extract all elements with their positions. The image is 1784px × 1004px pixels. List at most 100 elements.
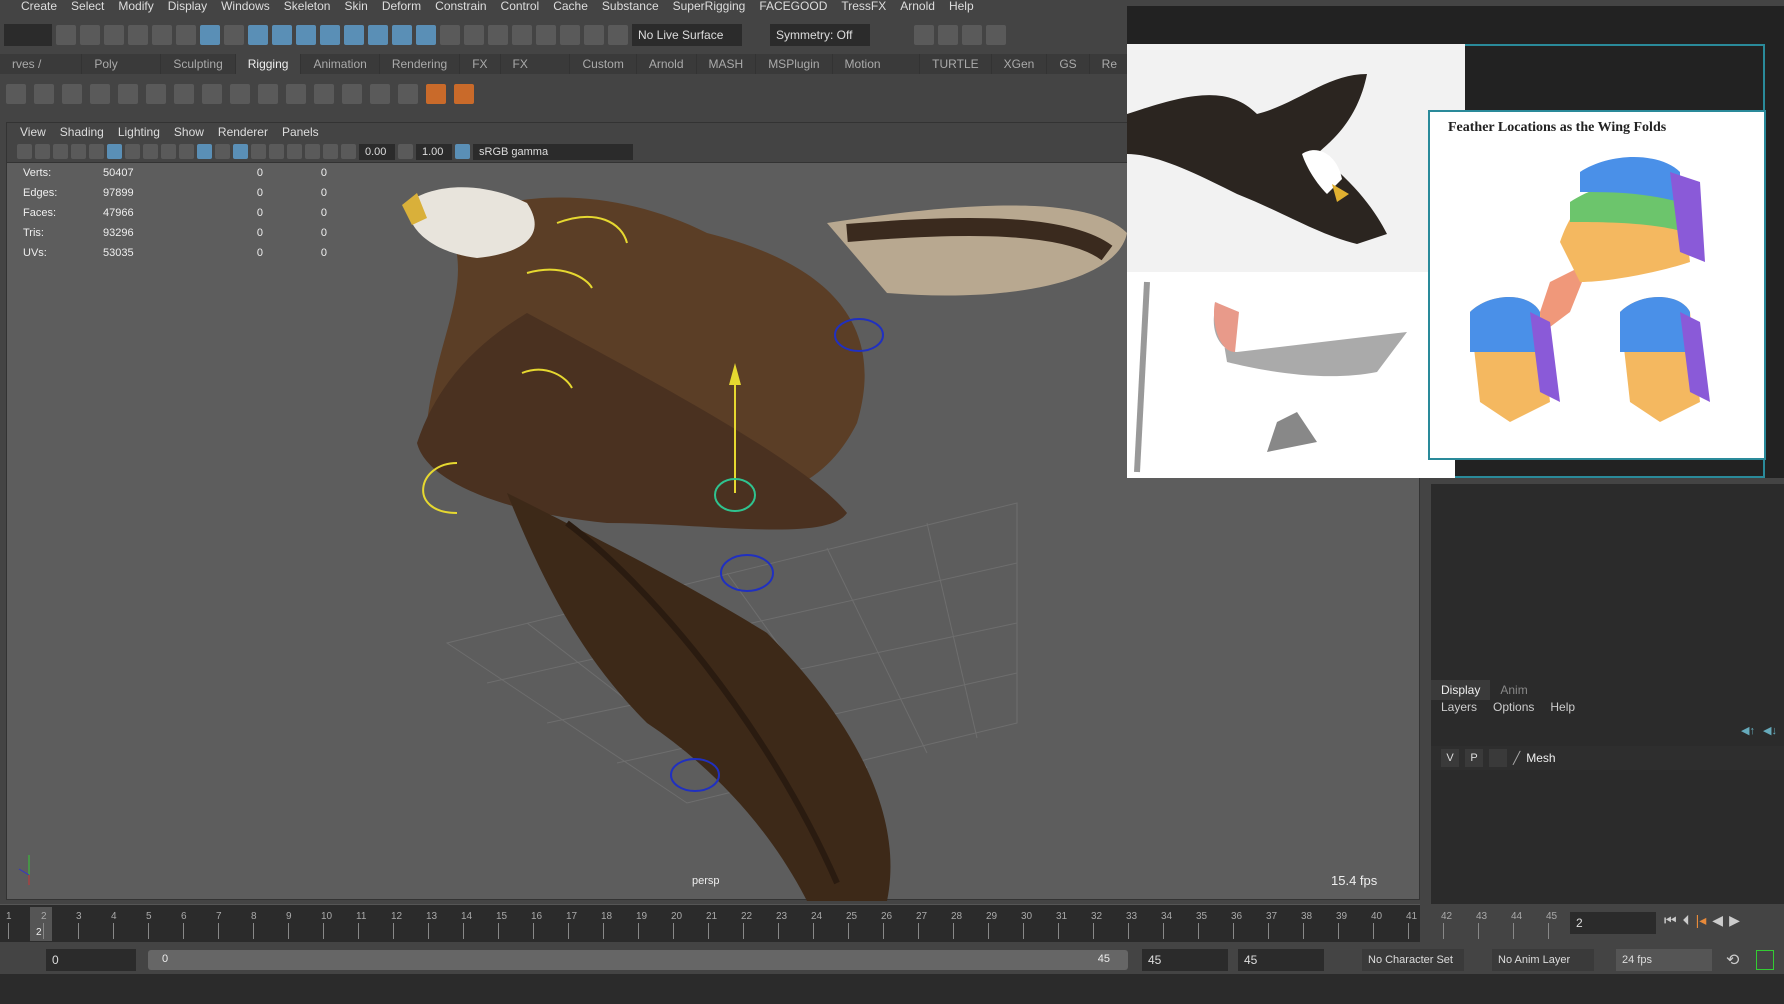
- bookmark-icon[interactable]: [53, 144, 68, 159]
- snap-video-icon[interactable]: [392, 25, 412, 45]
- move-layer-down-icon[interactable]: ◀↓: [1763, 724, 1777, 737]
- humanik-icon[interactable]: [90, 84, 110, 104]
- shelf-tab[interactable]: Rigging: [235, 54, 302, 74]
- snap-view-icon[interactable]: [320, 25, 340, 45]
- character-set-dropdown[interactable]: No Character Set: [1362, 949, 1464, 971]
- tab-anim[interactable]: Anim: [1490, 680, 1537, 700]
- move-layer-up-icon[interactable]: ◀↑: [1741, 724, 1755, 737]
- menu-skin[interactable]: Skin: [337, 0, 374, 14]
- lattice-icon[interactable]: [202, 84, 222, 104]
- lock-icon[interactable]: [440, 25, 460, 45]
- shelf-tab[interactable]: XGen: [992, 54, 1048, 74]
- menu-select[interactable]: Select: [64, 0, 111, 14]
- reference-image-window[interactable]: Feather Locations as the Wing Folds: [1127, 6, 1784, 478]
- isolate-icon[interactable]: [323, 144, 338, 159]
- shelf-tab[interactable]: Animation: [301, 54, 380, 74]
- menu-deform[interactable]: Deform: [375, 0, 428, 14]
- lights-icon[interactable]: [251, 144, 266, 159]
- snap-grid-icon[interactable]: [248, 25, 268, 45]
- menu-modify[interactable]: Modify: [111, 0, 160, 14]
- select-hierarchy-icon[interactable]: [176, 25, 196, 45]
- ik-handle-icon[interactable]: [34, 84, 54, 104]
- select-object-icon[interactable]: [200, 25, 220, 45]
- current-frame-field[interactable]: 2: [1570, 912, 1656, 934]
- help-icon[interactable]: [416, 25, 436, 45]
- film-gate-icon[interactable]: [125, 144, 140, 159]
- gamma-field[interactable]: 1.00: [416, 143, 452, 160]
- shelf-tab[interactable]: Custom: [570, 54, 637, 74]
- magnet-icon[interactable]: [488, 25, 508, 45]
- menu-help[interactable]: Help: [942, 0, 981, 14]
- menu-constrain[interactable]: Constrain: [428, 0, 493, 14]
- shelf-tab[interactable]: FX Caching: [501, 54, 571, 91]
- shelf-tab[interactable]: rves / Surfaces: [0, 54, 83, 91]
- render-sequence-icon[interactable]: [938, 25, 958, 45]
- shelf-tab[interactable]: Sculpting: [161, 54, 236, 74]
- gamma-icon[interactable]: [398, 144, 413, 159]
- xray-icon[interactable]: [305, 144, 320, 159]
- command-line[interactable]: [0, 974, 1784, 1004]
- menu-display[interactable]: Display: [161, 0, 214, 14]
- shadows-icon[interactable]: [269, 144, 284, 159]
- render-icon[interactable]: [914, 25, 934, 45]
- shelf-tab[interactable]: Motion Graphics: [833, 54, 921, 91]
- menu-options[interactable]: Options: [1493, 700, 1534, 714]
- loop-icon[interactable]: ⟲: [1726, 950, 1739, 970]
- camera-icon[interactable]: [17, 144, 32, 159]
- visibility-toggle[interactable]: V: [1441, 749, 1459, 767]
- step-back-key-icon[interactable]: |◂: [1696, 912, 1707, 929]
- symmetry-dropdown[interactable]: Symmetry: Off: [770, 24, 870, 46]
- ik-spline-icon[interactable]: [62, 84, 82, 104]
- shelf-tab[interactable]: Poly Modeling: [82, 54, 162, 91]
- fps-dropdown[interactable]: 24 fps: [1616, 949, 1712, 971]
- magnet-icon[interactable]: [536, 25, 556, 45]
- layer-color-icon[interactable]: ╱: [1513, 751, 1520, 765]
- menu-cache[interactable]: Cache: [546, 0, 595, 14]
- end-time-field[interactable]: 45: [1142, 949, 1228, 971]
- lasso-icon[interactable]: [464, 25, 484, 45]
- pole-vector-icon[interactable]: [398, 84, 418, 104]
- snap-point-icon[interactable]: [296, 25, 316, 45]
- redo-icon[interactable]: [152, 25, 172, 45]
- exposure-field[interactable]: 0.00: [359, 143, 395, 160]
- wireframe-icon[interactable]: [179, 144, 194, 159]
- menu-arnold[interactable]: Arnold: [893, 0, 942, 14]
- pan-icon[interactable]: [71, 144, 86, 159]
- menu-set-dropdown[interactable]: [4, 24, 52, 46]
- ipr-icon[interactable]: [962, 25, 982, 45]
- menu-skeleton[interactable]: Skeleton: [277, 0, 338, 14]
- point-constraint-icon[interactable]: [286, 84, 306, 104]
- resolution-gate-icon[interactable]: [143, 144, 158, 159]
- snap-curve-icon[interactable]: [272, 25, 292, 45]
- new-scene-icon[interactable]: [56, 25, 76, 45]
- smooth-shade-icon[interactable]: [197, 144, 212, 159]
- grid-icon[interactable]: [107, 144, 122, 159]
- render-settings-icon[interactable]: [986, 25, 1006, 45]
- panel-menu-show[interactable]: Show: [167, 123, 211, 141]
- open-scene-icon[interactable]: [80, 25, 100, 45]
- undo-icon[interactable]: [128, 25, 148, 45]
- menu-substance[interactable]: Substance: [595, 0, 666, 14]
- panel-menu-lighting[interactable]: Lighting: [111, 123, 167, 141]
- menu-tressfx[interactable]: TressFX: [834, 0, 893, 14]
- textured-icon[interactable]: [233, 144, 248, 159]
- menu-facegood[interactable]: FACEGOOD: [752, 0, 834, 14]
- magnet-icon[interactable]: [584, 25, 604, 45]
- color-space-dropdown[interactable]: sRGB gamma: [473, 143, 633, 160]
- safe-area-icon[interactable]: [161, 144, 176, 159]
- range-slider[interactable]: 0 45: [148, 950, 1128, 970]
- parent-constraint-icon[interactable]: [258, 84, 278, 104]
- play-backward-icon[interactable]: ◀: [1712, 912, 1723, 929]
- shelf-tab[interactable]: FX: [460, 54, 501, 74]
- panel-menu-view[interactable]: View: [13, 123, 53, 141]
- menu-help[interactable]: Help: [1550, 700, 1575, 714]
- menu-layers[interactable]: Layers: [1441, 700, 1477, 714]
- menu-superrigging[interactable]: SuperRigging: [666, 0, 753, 14]
- bind-skin-icon[interactable]: [146, 84, 166, 104]
- live-surface-field[interactable]: No Live Surface: [632, 24, 742, 46]
- ambient-occlusion-icon[interactable]: [287, 144, 302, 159]
- save-scene-icon[interactable]: [104, 25, 124, 45]
- go-to-start-icon[interactable]: ⏮: [1664, 912, 1677, 929]
- wireframe-on-shaded-icon[interactable]: [215, 144, 230, 159]
- panel-menu-shading[interactable]: Shading: [53, 123, 111, 141]
